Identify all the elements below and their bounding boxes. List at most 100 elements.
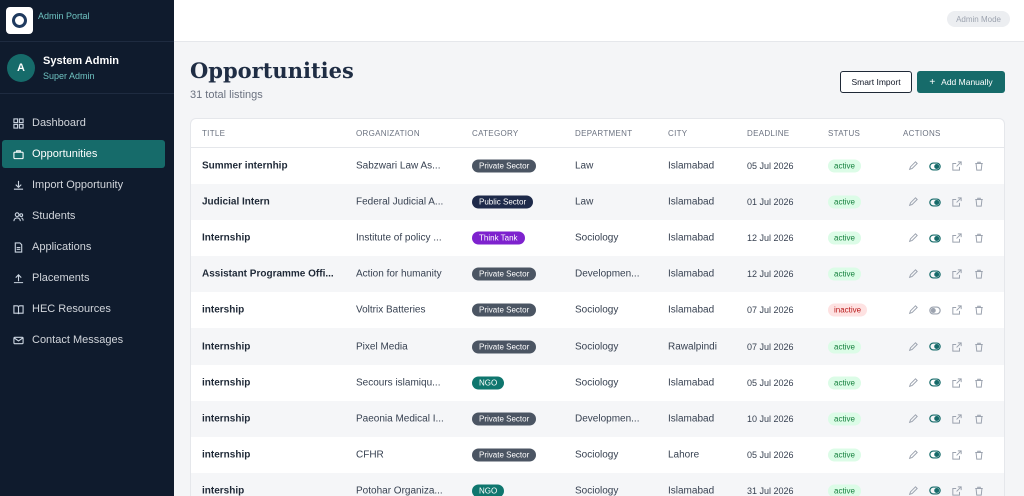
- external-link-icon[interactable]: [951, 304, 963, 316]
- trash-icon[interactable]: [973, 196, 985, 208]
- sidebar-item-dashboard[interactable]: Dashboard: [2, 109, 165, 137]
- status-cell: active: [828, 195, 861, 209]
- toggle-on-icon[interactable]: [929, 485, 941, 496]
- column-header-actions[interactable]: ACTIONS: [903, 129, 941, 138]
- column-header-organization[interactable]: ORGANIZATION: [356, 129, 420, 138]
- upload-icon: [12, 272, 24, 284]
- trash-icon[interactable]: [973, 413, 985, 425]
- edit-icon[interactable]: [907, 485, 919, 496]
- category-badge: Public Sector: [472, 195, 534, 209]
- status-badge: active: [828, 340, 861, 354]
- table-row[interactable]: Judicial Intern Federal Judicial A... Publ…: [191, 184, 1004, 221]
- smart-import-button[interactable]: Smart Import: [840, 71, 912, 93]
- trash-icon[interactable]: [973, 304, 985, 316]
- external-link-icon[interactable]: [951, 449, 963, 461]
- external-link-icon[interactable]: [951, 413, 963, 425]
- deadline-cell: 05 Jul 2026: [747, 161, 794, 172]
- column-header-title[interactable]: TITLE: [202, 129, 225, 138]
- external-link-icon[interactable]: [951, 485, 963, 496]
- toggle-on-icon[interactable]: [929, 196, 941, 208]
- external-link-icon[interactable]: [951, 377, 963, 389]
- external-link-icon[interactable]: [951, 160, 963, 172]
- sidebar-item-label: Placements: [32, 272, 90, 284]
- category-cell: Private Sector: [472, 448, 537, 462]
- column-header-category[interactable]: CATEGORY: [472, 129, 519, 138]
- row-actions: [907, 304, 985, 316]
- toggle-on-icon[interactable]: [929, 449, 941, 461]
- sidebar-item-applications[interactable]: Applications: [2, 233, 165, 261]
- table-row[interactable]: Summer internhip Sabzwari Law As... Privat…: [191, 148, 1004, 184]
- row-actions: [907, 413, 985, 425]
- sidebar-item-contact-messages[interactable]: Contact Messages: [2, 326, 165, 354]
- toggle-on-icon[interactable]: [929, 377, 941, 389]
- trash-icon[interactable]: [973, 160, 985, 172]
- table-row[interactable]: internship Paeonia Medical I... Private Se…: [191, 400, 1004, 437]
- deadline-cell: 01 Jul 2026: [747, 197, 794, 208]
- organization-cell: Paeonia Medical I...: [356, 413, 444, 425]
- trash-icon[interactable]: [973, 268, 985, 280]
- city-cell: Rawalpindi: [668, 341, 717, 353]
- edit-icon[interactable]: [907, 304, 919, 316]
- external-link-icon[interactable]: [951, 196, 963, 208]
- toggle-on-icon[interactable]: [929, 341, 941, 353]
- edit-icon[interactable]: [907, 160, 919, 172]
- table-row[interactable]: Internship Institute of policy ... Think T…: [191, 220, 1004, 256]
- category-cell: Private Sector: [472, 303, 537, 317]
- logo-icon: [6, 7, 33, 34]
- add-manually-button[interactable]: + Add Manually: [917, 71, 1005, 93]
- table-row[interactable]: internship CFHR Private Sector Sociology Lah…: [191, 437, 1004, 473]
- mode-badge: Admin Mode: [947, 11, 1010, 27]
- city-cell: Islamabad: [668, 485, 715, 496]
- toggle-on-icon[interactable]: [929, 160, 941, 172]
- toggle-on-icon[interactable]: [929, 268, 941, 280]
- edit-icon[interactable]: [907, 268, 919, 280]
- users-icon: [12, 210, 24, 222]
- edit-icon[interactable]: [907, 341, 919, 353]
- deadline-cell: 31 Jul 2026: [747, 485, 794, 496]
- edit-icon[interactable]: [907, 232, 919, 244]
- sidebar-item-import-opportunity[interactable]: Import Opportunity: [2, 171, 165, 199]
- sidebar-item-placements[interactable]: Placements: [2, 264, 165, 292]
- edit-icon[interactable]: [907, 413, 919, 425]
- trash-icon[interactable]: [973, 341, 985, 353]
- category-badge: Private Sector: [472, 267, 537, 281]
- sidebar-item-students[interactable]: Students: [2, 202, 165, 230]
- table-row[interactable]: internship Secours islamiqu... NGO Sociolog…: [191, 365, 1004, 401]
- sidebar-item-label: Contact Messages: [32, 334, 124, 346]
- external-link-icon[interactable]: [951, 232, 963, 244]
- column-header-department[interactable]: DEPARTMENT: [575, 129, 632, 138]
- toggle-on-icon[interactable]: [929, 413, 941, 425]
- status-badge: active: [828, 484, 861, 496]
- external-link-icon[interactable]: [951, 341, 963, 353]
- edit-icon[interactable]: [907, 377, 919, 389]
- trash-icon[interactable]: [973, 377, 985, 389]
- trash-icon[interactable]: [973, 449, 985, 461]
- toggle-off-icon[interactable]: [929, 304, 941, 316]
- sidebar-item-hec-resources[interactable]: HEC Resources: [2, 295, 165, 323]
- external-link-icon[interactable]: [951, 268, 963, 280]
- deadline-cell: 12 Jul 2026: [747, 269, 794, 280]
- edit-icon[interactable]: [907, 449, 919, 461]
- trash-icon[interactable]: [973, 485, 985, 496]
- table-row[interactable]: Assistant Programme Offi... Action for hu…: [191, 256, 1004, 293]
- organization-cell: Action for humanity: [356, 268, 442, 280]
- table-row[interactable]: intership Voltrix Batteries Private Sector…: [191, 292, 1004, 328]
- toggle-on-icon[interactable]: [929, 232, 941, 244]
- title-cell: intership: [202, 485, 245, 496]
- sidebar-item-label: Students: [32, 210, 76, 222]
- column-header-status[interactable]: STATUS: [828, 129, 860, 138]
- table-row[interactable]: intership Potohar Organiza... NGO Sociology…: [191, 472, 1004, 496]
- column-header-city[interactable]: CITY: [668, 129, 687, 138]
- title-cell: Internship: [202, 341, 251, 353]
- department-cell: Developmen...: [575, 268, 640, 280]
- category-badge: Think Tank: [472, 231, 525, 245]
- edit-icon[interactable]: [907, 196, 919, 208]
- trash-icon[interactable]: [973, 232, 985, 244]
- department-cell: Sociology: [575, 377, 619, 389]
- department-cell: Sociology: [575, 485, 619, 496]
- department-cell: Sociology: [575, 341, 619, 353]
- document-icon: [12, 241, 24, 253]
- table-row[interactable]: Internship Pixel Media Private Sector Socio…: [191, 328, 1004, 365]
- column-header-deadline[interactable]: DEADLINE: [747, 129, 789, 138]
- sidebar-item-opportunities[interactable]: Opportunities: [2, 140, 165, 168]
